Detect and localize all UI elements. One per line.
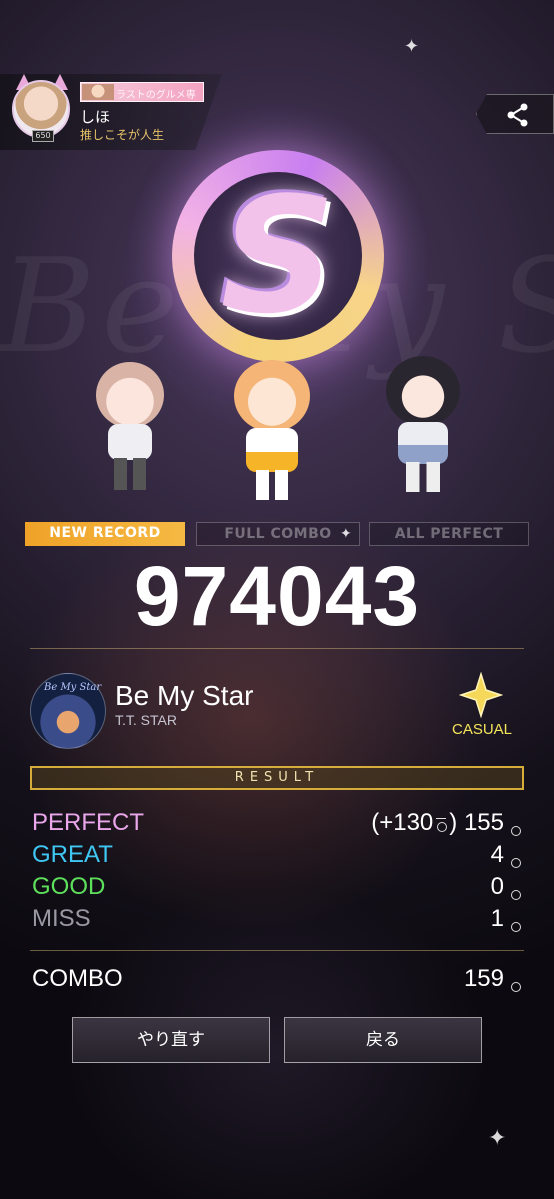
unit-icon <box>508 971 522 992</box>
sparkle-icon: ✦ <box>340 526 352 542</box>
stat-row-perfect: PERFECT (+130) 155 <box>30 809 524 839</box>
all-perfect-badge: ALL PERFECT <box>369 522 529 546</box>
great-label: GREAT <box>32 841 113 868</box>
user-subtitle: 推しこそが人生 <box>80 128 165 142</box>
rank-letter: S <box>220 162 336 349</box>
song-jacket-text: Be My Star <box>44 682 102 693</box>
retry-button[interactable]: やり直す <box>72 1017 270 1063</box>
unit-icon <box>508 911 522 932</box>
unit-icon <box>508 815 522 836</box>
divider-bottom <box>30 950 524 951</box>
new-record-badge: NEW RECORD <box>25 522 185 546</box>
stat-row-miss: MISS 1 <box>30 905 524 935</box>
level-badge: 650 <box>32 130 54 142</box>
miss-count: 1 <box>490 905 504 932</box>
perfect-value: (+130) 155 <box>371 809 504 837</box>
unit-icon <box>435 814 448 834</box>
chibi-character-right <box>380 350 472 492</box>
great-count: 4 <box>490 841 504 868</box>
miss-label: MISS <box>32 905 91 932</box>
stat-row-combo: COMBO 159 <box>30 965 524 995</box>
unit-icon <box>508 847 522 868</box>
song-title: Be My Star <box>115 680 254 711</box>
unit-icon <box>508 879 522 900</box>
perfect-bonus-close: ) <box>449 809 458 836</box>
share-icon[interactable] <box>505 102 531 128</box>
stat-row-good: GOOD 0 <box>30 873 524 903</box>
perfect-count: 155 <box>463 809 504 836</box>
perfect-label: PERFECT <box>32 809 145 836</box>
back-button[interactable]: 戻る <box>284 1017 482 1063</box>
title-plate-text: ラストのグルメ専 <box>116 90 196 101</box>
stat-row-great: GREAT 4 <box>30 841 524 871</box>
good-count: 0 <box>490 873 504 900</box>
sparkle-icon: ✦ <box>404 36 420 57</box>
star-icon <box>459 672 503 718</box>
good-label: GOOD <box>32 873 106 900</box>
full-combo-badge: FULL COMBO <box>196 522 360 546</box>
divider-top <box>30 648 524 649</box>
chibi-character-center <box>226 360 318 500</box>
difficulty-label: CASUAL <box>451 721 513 738</box>
result-section-header: RESULT <box>30 766 524 790</box>
sparkle-icon: ✦ <box>488 1126 507 1151</box>
score: 974043 <box>133 549 421 643</box>
title-plate-image <box>82 84 114 100</box>
chibi-character-left <box>90 362 170 492</box>
song-artist: T.T. STAR <box>115 712 177 728</box>
combo-label: COMBO <box>32 965 123 992</box>
perfect-bonus: (+130 <box>371 809 434 836</box>
combo-count: 159 <box>463 965 504 992</box>
user-name: しほ <box>80 108 111 126</box>
